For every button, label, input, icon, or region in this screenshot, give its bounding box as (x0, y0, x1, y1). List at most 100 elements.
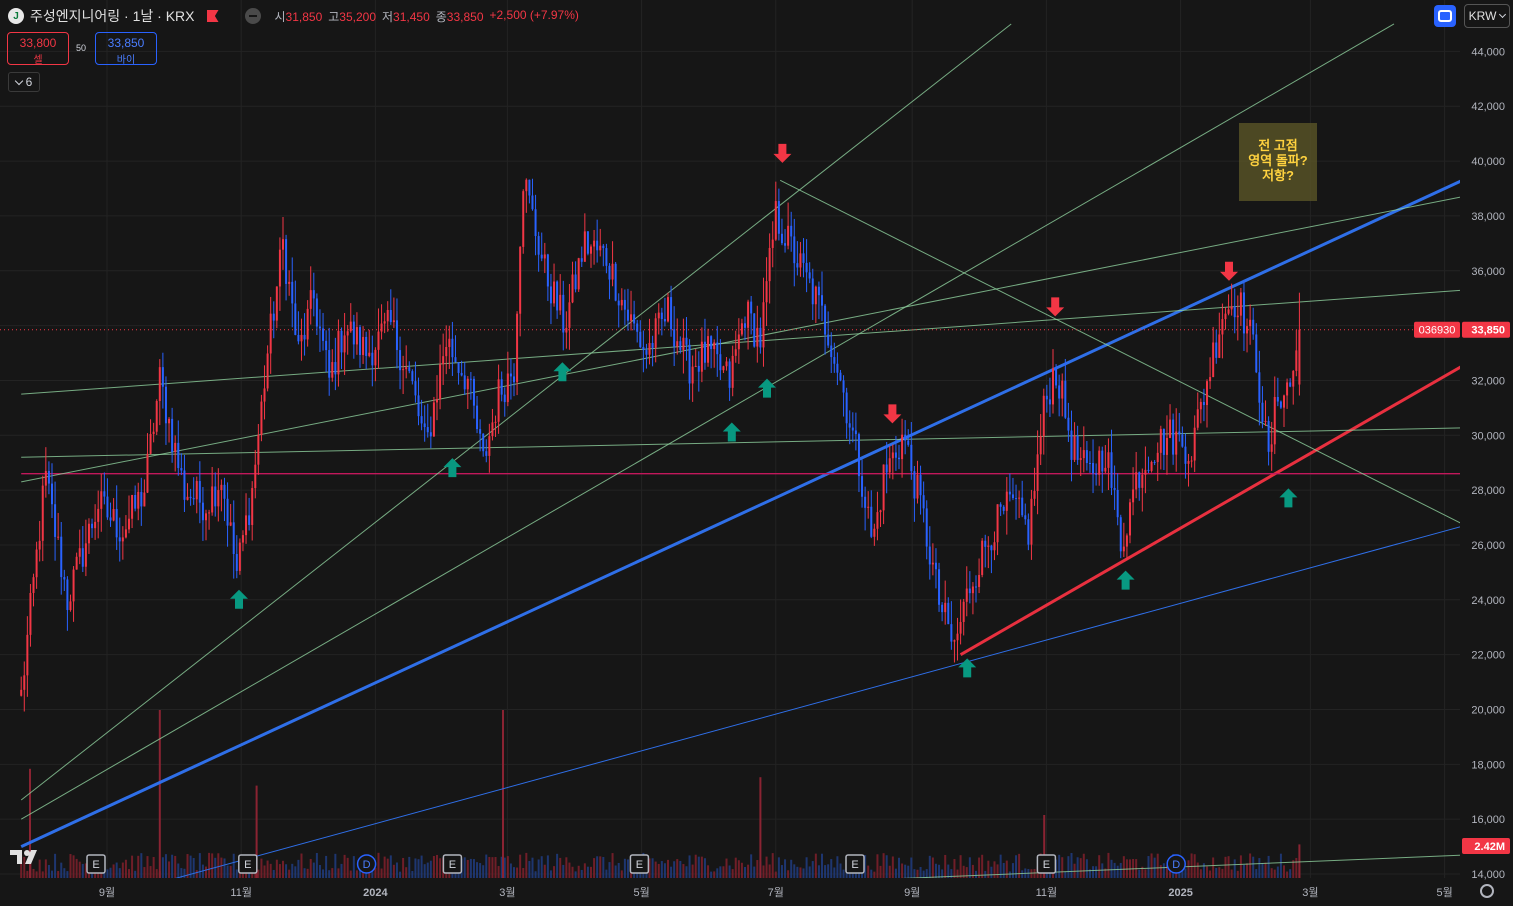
candle-body (1132, 489, 1135, 503)
candle-body (374, 349, 377, 366)
candle-body (657, 312, 660, 319)
volume-bar (1011, 863, 1014, 878)
candle-body (429, 432, 432, 437)
chart-header: J 주성엔지니어링 · 1날 · KRX 시31,850 고35,200 저31,4… (8, 6, 579, 26)
candle-body (91, 523, 94, 529)
volume-bar (377, 852, 380, 878)
volume-bar (1058, 854, 1061, 878)
candle-body (248, 515, 251, 525)
flag-icon[interactable] (206, 10, 219, 22)
volume-spike (1298, 844, 1301, 878)
volume-bar (47, 865, 50, 878)
candle-body (174, 442, 177, 452)
candle-body (426, 427, 429, 433)
volume-bar (392, 864, 395, 878)
candle-body (599, 245, 602, 251)
volume-bar (469, 858, 472, 878)
annotation-note[interactable]: 전 고점 영역 돌파? 저항? (1239, 123, 1317, 201)
volume-bar (1079, 858, 1082, 878)
volume-bar (140, 853, 143, 878)
candle-body (1067, 417, 1070, 431)
ohlc-item: 고35,200 (328, 8, 376, 25)
candle-body (152, 431, 155, 435)
symbol-title[interactable]: 주성엔지니어링 · 1날 · KRX (30, 6, 195, 26)
volume-bar (164, 854, 167, 878)
tradingview-logo-icon[interactable] (10, 848, 44, 866)
price-tick-label: 20,000 (1471, 704, 1505, 716)
candle-body (1159, 428, 1162, 453)
time-tick-label: 9월 (99, 886, 115, 899)
settings-icon[interactable] (1480, 884, 1494, 898)
volume-spike (158, 710, 161, 878)
volume-bar (919, 866, 922, 878)
volume-bar (1289, 869, 1292, 878)
candle-body (888, 458, 891, 473)
volume-bar (805, 857, 808, 878)
candle-body (556, 281, 559, 311)
volume-bar (1190, 853, 1193, 878)
candle-body (870, 506, 873, 537)
candle-body (817, 286, 820, 296)
volume-bar (540, 856, 543, 878)
volume-bar (177, 863, 180, 878)
candle-body (432, 402, 435, 437)
candle-body (164, 386, 167, 424)
volume-bar (1227, 856, 1230, 878)
price-tick-label: 42,000 (1471, 101, 1505, 113)
sync-icon[interactable] (1434, 5, 1456, 27)
volume-bar (275, 859, 278, 878)
candle-body (115, 509, 118, 538)
volume-bar (112, 864, 115, 878)
candle-body (851, 427, 854, 431)
arrow-up-icon (958, 658, 977, 678)
volume-bar (1249, 853, 1252, 878)
arrow-up-icon (722, 422, 741, 442)
volume-bar (355, 870, 358, 878)
candles (20, 178, 1301, 712)
volume-bar (694, 854, 697, 878)
volume-bar (1107, 852, 1110, 878)
candle-body (590, 246, 592, 254)
ohlc-key: 종 (435, 9, 447, 24)
volume-bar (944, 854, 947, 878)
volume-bar (710, 871, 713, 878)
candle-body (565, 327, 568, 333)
currency-select[interactable]: KRW (1464, 4, 1510, 28)
candle-body (676, 341, 679, 347)
candle-body (137, 491, 140, 509)
candle-body (469, 378, 472, 380)
candle-body (278, 249, 281, 287)
volume-bar (934, 863, 937, 878)
sell-button[interactable]: 33,800 셀 (7, 32, 69, 66)
volume-label: 2.42M (1474, 841, 1505, 853)
event-marker-label: D (363, 859, 371, 871)
hide-icon[interactable] (244, 8, 261, 24)
candle-body (32, 577, 35, 593)
volume-bar (931, 857, 934, 878)
indicators-toggle[interactable]: 6 (8, 72, 40, 92)
candle-body (574, 274, 577, 290)
candle-body (195, 481, 198, 500)
candle-body (1169, 419, 1172, 438)
candle-body (198, 481, 201, 503)
volume-bar (651, 858, 654, 878)
candle-body (891, 452, 894, 459)
candle-body (620, 299, 623, 306)
candle-body (623, 299, 626, 310)
candle-body (334, 362, 337, 375)
buy-button[interactable]: 33,850 바이 (95, 32, 157, 66)
volume-bar (1206, 866, 1208, 878)
candle-body (605, 248, 608, 266)
volume-bar (571, 866, 574, 878)
volume-bar (303, 868, 306, 878)
volume-spike (502, 710, 504, 878)
volume-bar (432, 856, 435, 878)
candle-body (309, 290, 312, 309)
candle-body (66, 579, 69, 611)
volume-bar (1085, 859, 1088, 878)
volume-bar (1279, 853, 1282, 878)
volume-bar (568, 862, 571, 878)
candle-body (1221, 319, 1224, 335)
candle-body (824, 305, 827, 335)
candle-body (691, 366, 694, 384)
